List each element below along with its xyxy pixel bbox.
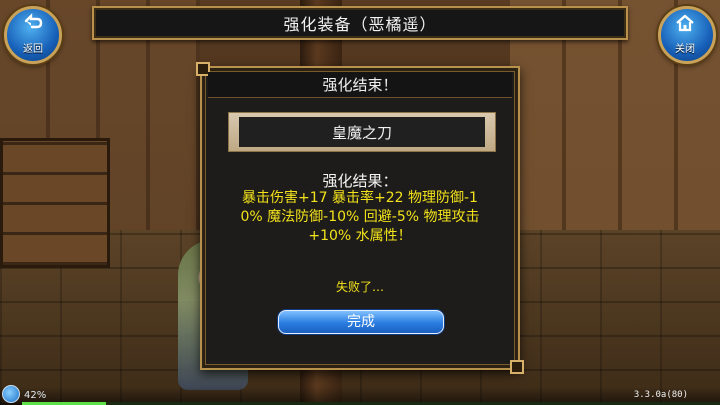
home-icon <box>654 12 716 38</box>
screen-title-bar: 强化装备（恶橘遥） <box>92 6 628 40</box>
screen-title: 强化装备（恶橘遥） <box>283 15 437 34</box>
battery-icon <box>2 385 20 403</box>
close-button-label: 关闭 <box>675 44 695 55</box>
result-line: +10% 水属性！ <box>308 228 412 244</box>
result-line: 0% 魔法防御-10% 回避-5% 物理攻击 <box>240 209 480 225</box>
enhance-result-dialog: 强化结束！ 皇魔之刀 强化结果： 暴击伤害+17 暴击率+22 物理防御-1 0… <box>196 62 524 374</box>
done-button[interactable]: 完成 <box>278 310 444 334</box>
fail-message: 失败了… <box>335 280 384 294</box>
close-button[interactable]: 关闭 <box>648 2 720 66</box>
dialog-title: 强化结束！ <box>208 72 512 98</box>
battery-percent: 42% <box>24 390 47 401</box>
result-heading: 强化结果： <box>322 172 398 190</box>
back-arrow-icon <box>0 12 66 38</box>
result-stats: 暴击伤害+17 暴击率+22 物理防御-1 0% 魔法防御-10% 回避-5% … <box>214 189 506 246</box>
result-line: 暴击伤害+17 暴击率+22 物理防御-1 <box>242 190 478 206</box>
status-bar: 42% 3.3.0a(80) <box>0 385 720 405</box>
wooden-crate <box>0 138 110 268</box>
back-button-label: 返回 <box>23 44 43 55</box>
item-name: 皇魔之刀 <box>239 117 485 147</box>
back-button[interactable]: 返回 <box>0 2 72 66</box>
version-label: 3.3.0a(80) <box>633 390 688 400</box>
item-name-plate: 皇魔之刀 <box>228 112 496 152</box>
